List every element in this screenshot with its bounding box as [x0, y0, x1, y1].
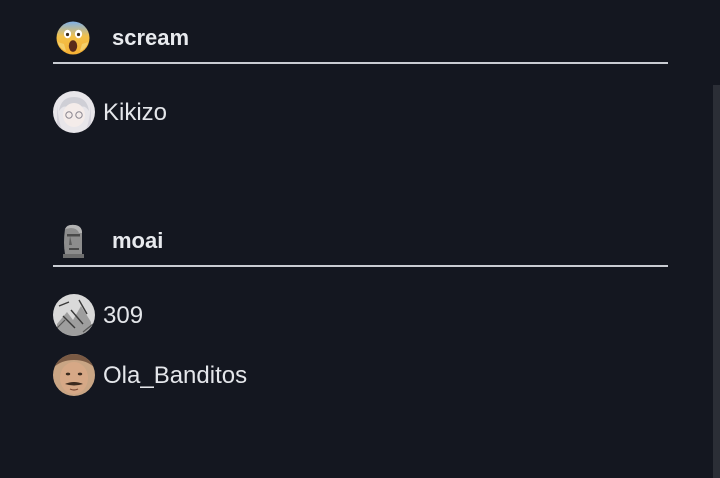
- list-item[interactable]: Kikizo: [53, 91, 668, 151]
- reaction-users-panel: scream Kikizo moai 309 Ola_Banditos: [0, 0, 720, 478]
- user-name: 309: [103, 302, 144, 329]
- reaction-header: scream: [53, 20, 668, 64]
- moai-statue-icon: [63, 224, 84, 258]
- sketch-avatar: [53, 294, 95, 336]
- reaction-section-scream: scream Kikizo: [53, 20, 668, 151]
- anime-avatar: [53, 91, 95, 133]
- list-item[interactable]: Ola_Banditos: [53, 354, 668, 414]
- face-screaming-in-fear-icon: [56, 21, 90, 55]
- reaction-header: moai: [53, 223, 668, 267]
- list-item[interactable]: 309: [53, 294, 668, 354]
- man-mustache-avatar: [53, 354, 95, 396]
- reaction-name: moai: [112, 228, 164, 253]
- reaction-name: scream: [112, 25, 190, 50]
- scrollbar[interactable]: [713, 85, 720, 478]
- reaction-section-moai: moai 309 Ola_Banditos: [53, 223, 668, 414]
- user-name: Ola_Banditos: [103, 362, 248, 389]
- user-name: Kikizo: [103, 99, 168, 126]
